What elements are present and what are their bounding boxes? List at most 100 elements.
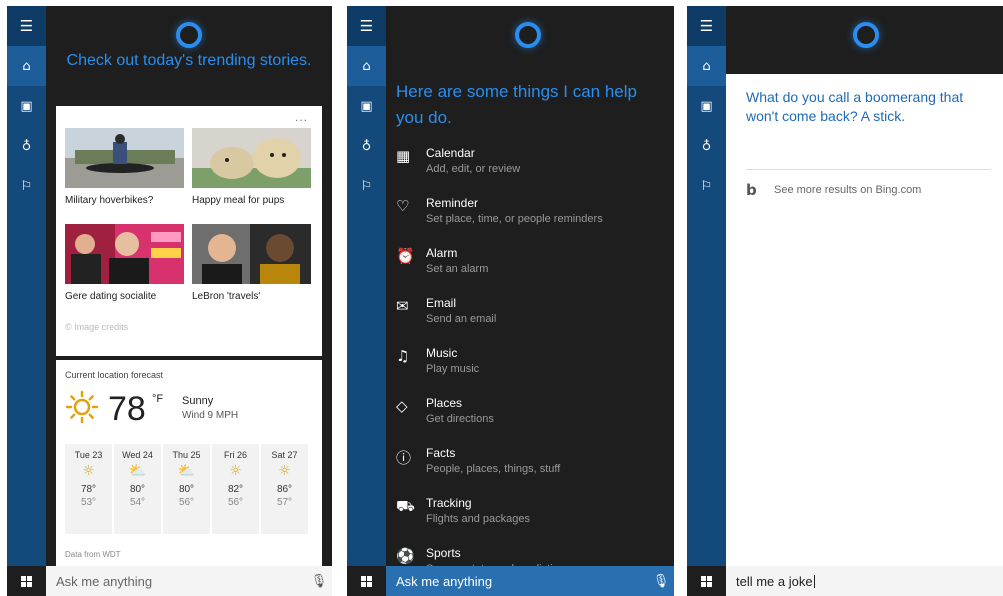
taskbar: Ask me anything 🎙 xyxy=(347,566,674,596)
feedback-icon[interactable]: ⚐ xyxy=(687,166,726,206)
capability-desc: Set an alarm xyxy=(426,263,489,275)
trending-content: Check out today's trending stories. ... … xyxy=(46,6,332,566)
news-caption: Gere dating socialite xyxy=(65,291,157,302)
page-title: Here are some things I can help you do. xyxy=(396,82,637,127)
notebook-icon[interactable]: ▣ xyxy=(7,86,46,126)
capability-name: Tracking xyxy=(426,496,472,510)
search-query: tell me a joke xyxy=(736,573,813,589)
news-caption: Happy meal for pups xyxy=(192,195,285,206)
list-item-calendar[interactable]: ▦ Calendar Add, edit, or review xyxy=(396,145,666,195)
news-item-pups[interactable]: Happy meal for pups xyxy=(192,128,311,206)
capability-name: Reminder xyxy=(426,196,479,210)
forecast-low: 57° xyxy=(276,497,293,508)
capability-text: Music Play music xyxy=(424,345,479,395)
news-card: ... Military hoverbikes? Happy meal for … xyxy=(56,106,322,356)
home-icon[interactable]: ⌂ xyxy=(7,46,46,86)
forecast-days: Tue 23 ☼ 78° 53° Wed 24 ⛅ 80° 54° Thu 25… xyxy=(65,444,308,534)
news-item-gere[interactable]: Gere dating socialite xyxy=(65,224,184,302)
text-caret xyxy=(813,574,815,588)
lightbulb-icon[interactable]: ♁ xyxy=(7,126,46,166)
capability-desc: Add, edit, or review xyxy=(426,163,521,175)
list-item-email[interactable]: ✉ Email Send an email xyxy=(396,295,666,345)
news-item-lebron[interactable]: LeBron 'travels' xyxy=(192,224,311,302)
temperature-unit: °F xyxy=(152,393,164,405)
feedback-icon[interactable]: ⚐ xyxy=(7,166,46,206)
page-title: Check out today's trending stories. xyxy=(66,52,312,69)
divider xyxy=(746,169,991,170)
info-icon: ⓘ xyxy=(396,449,412,467)
hamburger-icon[interactable]: ☰ xyxy=(347,6,386,46)
forecast-day: Sat 27 ☼ 86° 57° xyxy=(261,444,308,534)
forecast-day-name: Tue 23 xyxy=(74,450,103,460)
image-credits-link[interactable]: © Image credits xyxy=(65,322,128,332)
tracking-icon: ⛟ xyxy=(396,497,415,515)
calendar-icon: ▦ xyxy=(396,147,411,165)
forecast-high: 82° xyxy=(227,484,244,495)
weather-card[interactable]: Current location forecast 78 °F Sunny Wi… xyxy=(56,360,322,566)
list-item-alarm[interactable]: ⏰ Alarm Set an alarm xyxy=(396,245,666,295)
more-options-icon[interactable]: ... xyxy=(295,110,308,124)
forecast-high: 80° xyxy=(178,484,195,495)
list-item-music[interactable]: ♫ Music Play music xyxy=(396,345,666,395)
list-item-tracking[interactable]: ⛟ Tracking Flights and packages xyxy=(396,495,666,545)
capability-text: Facts People, places, things, stuff xyxy=(424,445,560,495)
notebook-icon[interactable]: ▣ xyxy=(687,86,726,126)
hamburger-icon[interactable]: ☰ xyxy=(7,6,46,46)
partly-cloudy-icon: ⛅ xyxy=(128,463,147,479)
news-caption: Military hoverbikes? xyxy=(65,195,154,206)
forecast-high: 80° xyxy=(129,484,146,495)
capability-name: Facts xyxy=(426,446,456,460)
capability-text: Places Get directions xyxy=(424,395,494,445)
weather-condition: Sunny xyxy=(182,395,214,407)
answer-area: What do you call a boomerang that won't … xyxy=(726,74,1003,566)
search-input[interactable]: Ask me anything xyxy=(46,566,306,596)
windows-logo-icon xyxy=(701,575,712,587)
forecast-low: 54° xyxy=(129,497,146,508)
capability-name: Music xyxy=(426,346,458,360)
capability-desc: Get directions xyxy=(426,413,494,425)
wind-speed: Wind 9 MPH xyxy=(182,410,239,421)
windows-start-button[interactable] xyxy=(7,566,46,596)
list-item-facts[interactable]: ⓘ Facts People, places, things, stuff xyxy=(396,445,666,495)
capability-desc: Flights and packages xyxy=(426,513,530,525)
list-item-places[interactable]: ◇ Places Get directions xyxy=(396,395,666,445)
hamburger-icon[interactable]: ☰ xyxy=(687,6,726,46)
capability-text: Reminder Set place, time, or people remi… xyxy=(424,195,603,245)
lightbulb-icon[interactable]: ♁ xyxy=(687,126,726,166)
sun-icon: ☼ xyxy=(229,463,242,479)
notebook-icon[interactable]: ▣ xyxy=(347,86,386,126)
alarm-icon: ⏰ xyxy=(396,247,415,265)
home-icon[interactable]: ⌂ xyxy=(347,46,386,86)
feedback-icon[interactable]: ⚐ xyxy=(347,166,386,206)
weather-data-source: Data from WDT xyxy=(65,550,121,559)
cortana-sidebar: ☰ ⌂ ▣ ♁ ⚐ xyxy=(687,6,726,566)
bing-logo-icon: b xyxy=(746,181,757,199)
forecast-day-name: Thu 25 xyxy=(172,450,201,460)
search-input[interactable]: tell me a joke xyxy=(726,566,1003,596)
capability-desc: Play music xyxy=(426,363,480,375)
forecast-high: 78° xyxy=(80,484,97,495)
capability-text: Tracking Flights and packages xyxy=(424,495,530,545)
windows-start-button[interactable] xyxy=(347,566,386,596)
list-item-reminder[interactable]: ♡ Reminder Set place, time, or people re… xyxy=(396,195,666,245)
bing-results-link[interactable]: b See more results on Bing.com xyxy=(746,181,921,199)
news-thumbnail xyxy=(192,128,311,188)
sun-icon: ☼ xyxy=(278,463,291,479)
lightbulb-icon[interactable]: ♁ xyxy=(347,126,386,166)
microphone-icon[interactable]: 🎙 xyxy=(306,566,332,596)
search-input[interactable]: Ask me anything xyxy=(386,566,648,596)
windows-start-button[interactable] xyxy=(687,566,726,596)
forecast-high: 86° xyxy=(276,484,293,495)
forecast-low: 53° xyxy=(80,497,97,508)
help-content: Here are some things I can help you do. … xyxy=(386,6,674,575)
microphone-icon[interactable]: 🎙 xyxy=(648,566,674,596)
cortana-trending-panel: ☰ ⌂ ▣ ♁ ⚐ Check out today's trending sto… xyxy=(7,6,332,596)
capability-desc: Set place, time, or people reminders xyxy=(426,213,603,225)
capability-text: Alarm Set an alarm xyxy=(424,245,488,295)
news-item-hoverbikes[interactable]: Military hoverbikes? xyxy=(65,128,184,206)
forecast-day-name: Fri 26 xyxy=(223,450,247,460)
home-icon[interactable]: ⌂ xyxy=(687,46,726,86)
cortana-sidebar: ☰ ⌂ ▣ ♁ ⚐ xyxy=(347,6,386,566)
forecast-low: 56° xyxy=(227,497,244,508)
cortana-help-panel: ☰ ⌂ ▣ ♁ ⚐ Here are some things I can hel… xyxy=(347,6,674,596)
